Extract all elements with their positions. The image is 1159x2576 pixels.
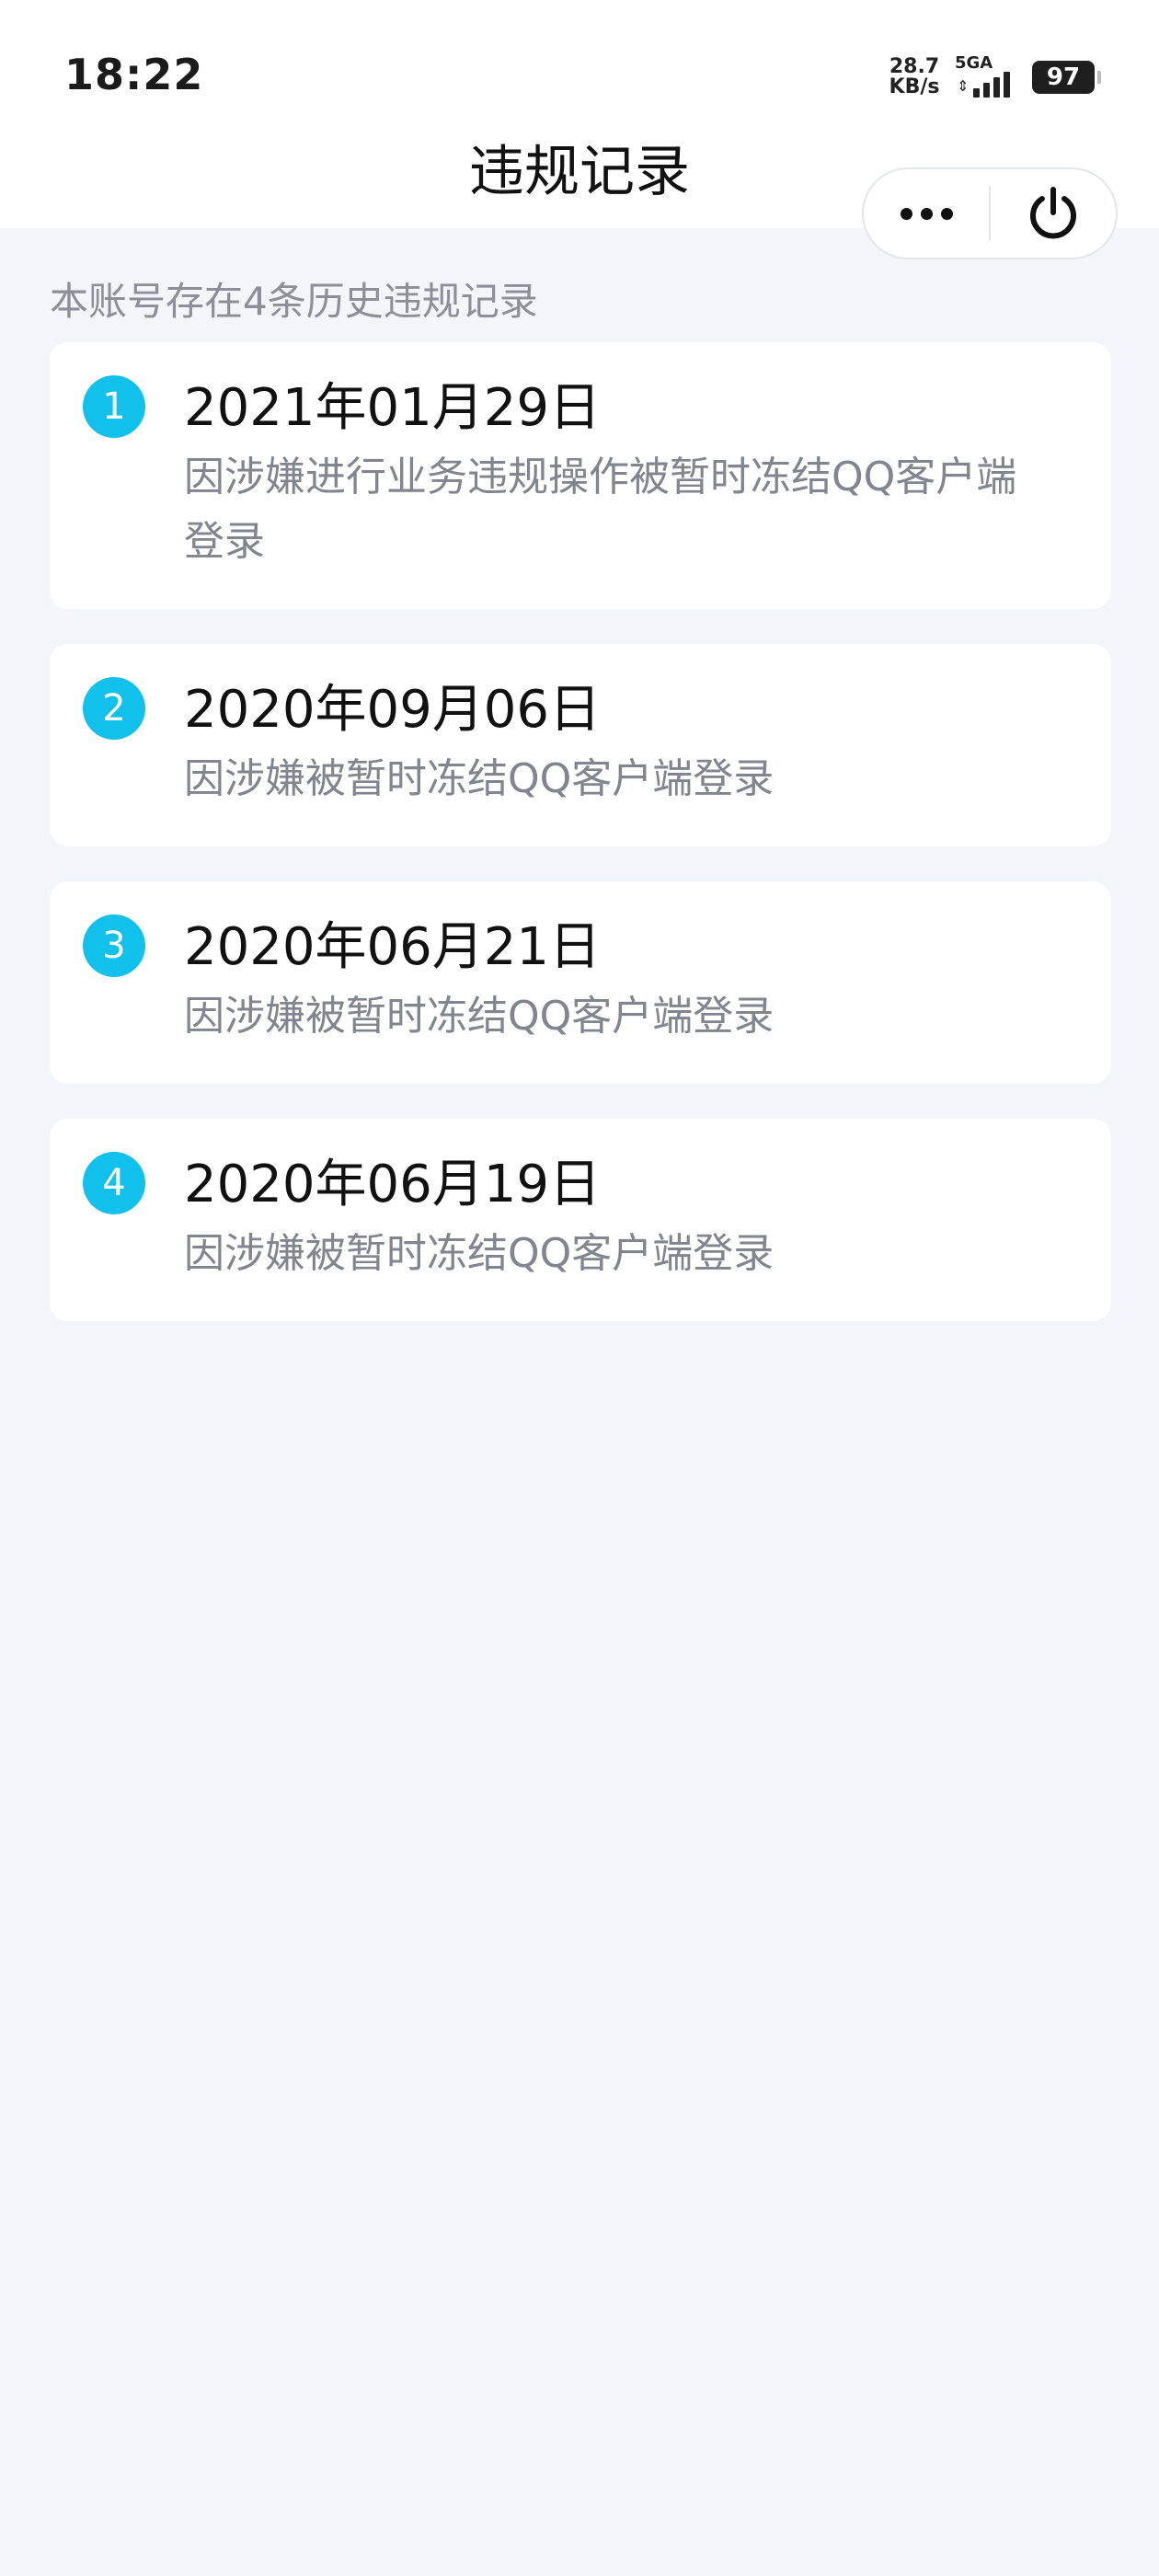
signal-bars-icon: [973, 72, 1010, 98]
record-date: 2021年01月29日: [184, 378, 602, 438]
violation-record: 1 2021年01月29日 因涉嫌进行业务违规操作被暂时冻结QQ客户端登录: [50, 342, 1111, 609]
violation-record: 2 2020年09月06日 因涉嫌被暂时冻结QQ客户端登录: [50, 644, 1111, 846]
record-index-badge: 2: [83, 677, 145, 740]
signal-icon: 5GA ⇕: [955, 53, 1019, 101]
network-speed-unit: KB/s: [889, 75, 940, 98]
battery-icon: 97: [1032, 61, 1101, 94]
more-button[interactable]: [864, 169, 989, 258]
mini-program-capsule: [862, 167, 1118, 259]
record-reason: 因涉嫌被暂时冻结QQ客户端登录: [184, 993, 775, 1040]
record-index-badge: 3: [83, 914, 145, 977]
close-button[interactable]: [991, 169, 1116, 258]
record-date: 2020年06月21日: [184, 917, 602, 977]
record-reason: 因涉嫌被暂时冻结QQ客户端登录: [184, 1230, 775, 1277]
record-index-badge: 4: [83, 1152, 145, 1214]
network-speed: 28.7 KB/s: [887, 57, 942, 98]
record-reason: 因涉嫌被暂时冻结QQ客户端登录: [184, 755, 775, 802]
record-reason: 因涉嫌进行业务违规操作被暂时冻结QQ客户端登录: [184, 454, 1017, 565]
more-dots-icon: [900, 207, 953, 220]
signal-label: 5GA: [955, 53, 993, 73]
violation-summary: 本账号存在4条历史违规记录: [50, 279, 538, 324]
record-date: 2020年09月06日: [184, 680, 602, 740]
status-icons: 28.7 KB/s 5GA ⇕ 97: [887, 53, 1101, 101]
status-time: 18:22: [64, 50, 204, 99]
record-index-badge: 1: [83, 375, 145, 438]
network-speed-value: 28.7: [889, 55, 940, 78]
power-icon: [1030, 187, 1076, 239]
violation-record: 4 2020年06月19日 因涉嫌被暂时冻结QQ客户端登录: [50, 1119, 1111, 1321]
record-date: 2020年06月19日: [184, 1155, 602, 1214]
data-arrows-icon: ⇕: [957, 77, 970, 95]
violation-record: 3 2020年06月21日 因涉嫌被暂时冻结QQ客户端登录: [50, 881, 1111, 1084]
violation-list: 1 2021年01月29日 因涉嫌进行业务违规操作被暂时冻结QQ客户端登录 2 …: [50, 342, 1111, 1356]
